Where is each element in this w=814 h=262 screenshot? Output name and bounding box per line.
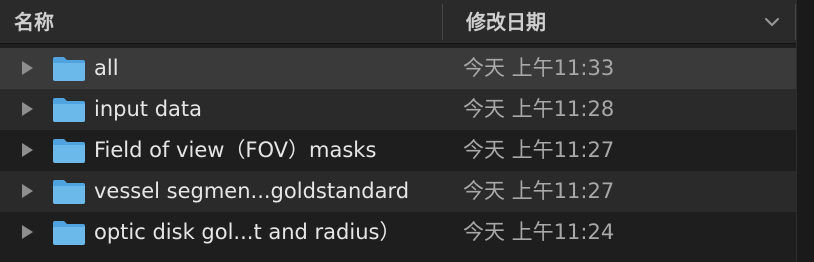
finder-list-view: 名称 修改日期 all 今天 上午11:33 input data 今天 上午1… xyxy=(0,0,814,262)
file-date: 今天 上午11:24 xyxy=(463,220,615,244)
folder-icon xyxy=(53,57,85,81)
file-name[interactable]: all xyxy=(94,48,119,89)
file-date: 今天 上午11:27 xyxy=(463,138,615,162)
name-column-header[interactable]: 名称 xyxy=(14,0,54,44)
disclosure-triangle-icon[interactable] xyxy=(20,60,34,76)
disclosure-triangle-icon[interactable] xyxy=(20,224,34,240)
folder-icon xyxy=(53,98,85,122)
folder-icon xyxy=(53,180,85,204)
disclosure-triangle-icon[interactable] xyxy=(20,142,34,158)
list-item[interactable]: input data 今天 上午11:28 xyxy=(0,89,814,130)
disclosure-triangle-icon[interactable] xyxy=(20,183,34,199)
column-header-bar: 名称 修改日期 xyxy=(0,0,814,44)
file-date: 今天 上午11:28 xyxy=(463,97,615,121)
list-item[interactable]: vessel segmen...goldstandard 今天 上午11:27 xyxy=(0,171,814,212)
file-name[interactable]: Field of view（FOV）masks xyxy=(94,130,376,171)
folder-icon xyxy=(53,221,85,245)
list-item[interactable]: optic disk gol...t and radius） 今天 上午11:2… xyxy=(0,212,814,253)
date-column-header[interactable]: 修改日期 xyxy=(466,0,546,44)
disclosure-triangle-icon[interactable] xyxy=(20,101,34,117)
window-edge xyxy=(796,0,814,262)
list-item[interactable]: Field of view（FOV）masks 今天 上午11:27 xyxy=(0,130,814,171)
file-list: all 今天 上午11:33 input data 今天 上午11:28 Fie… xyxy=(0,48,814,253)
folder-icon xyxy=(53,139,85,163)
file-name[interactable]: optic disk gol...t and radius） xyxy=(94,212,400,253)
file-name[interactable]: input data xyxy=(94,89,202,130)
list-item[interactable]: all 今天 上午11:33 xyxy=(0,48,814,89)
file-name[interactable]: vessel segmen...goldstandard xyxy=(94,171,409,212)
file-date: 今天 上午11:33 xyxy=(463,56,615,80)
column-divider[interactable] xyxy=(442,4,443,40)
chevron-down-icon[interactable] xyxy=(762,14,782,30)
file-date: 今天 上午11:27 xyxy=(463,179,615,203)
